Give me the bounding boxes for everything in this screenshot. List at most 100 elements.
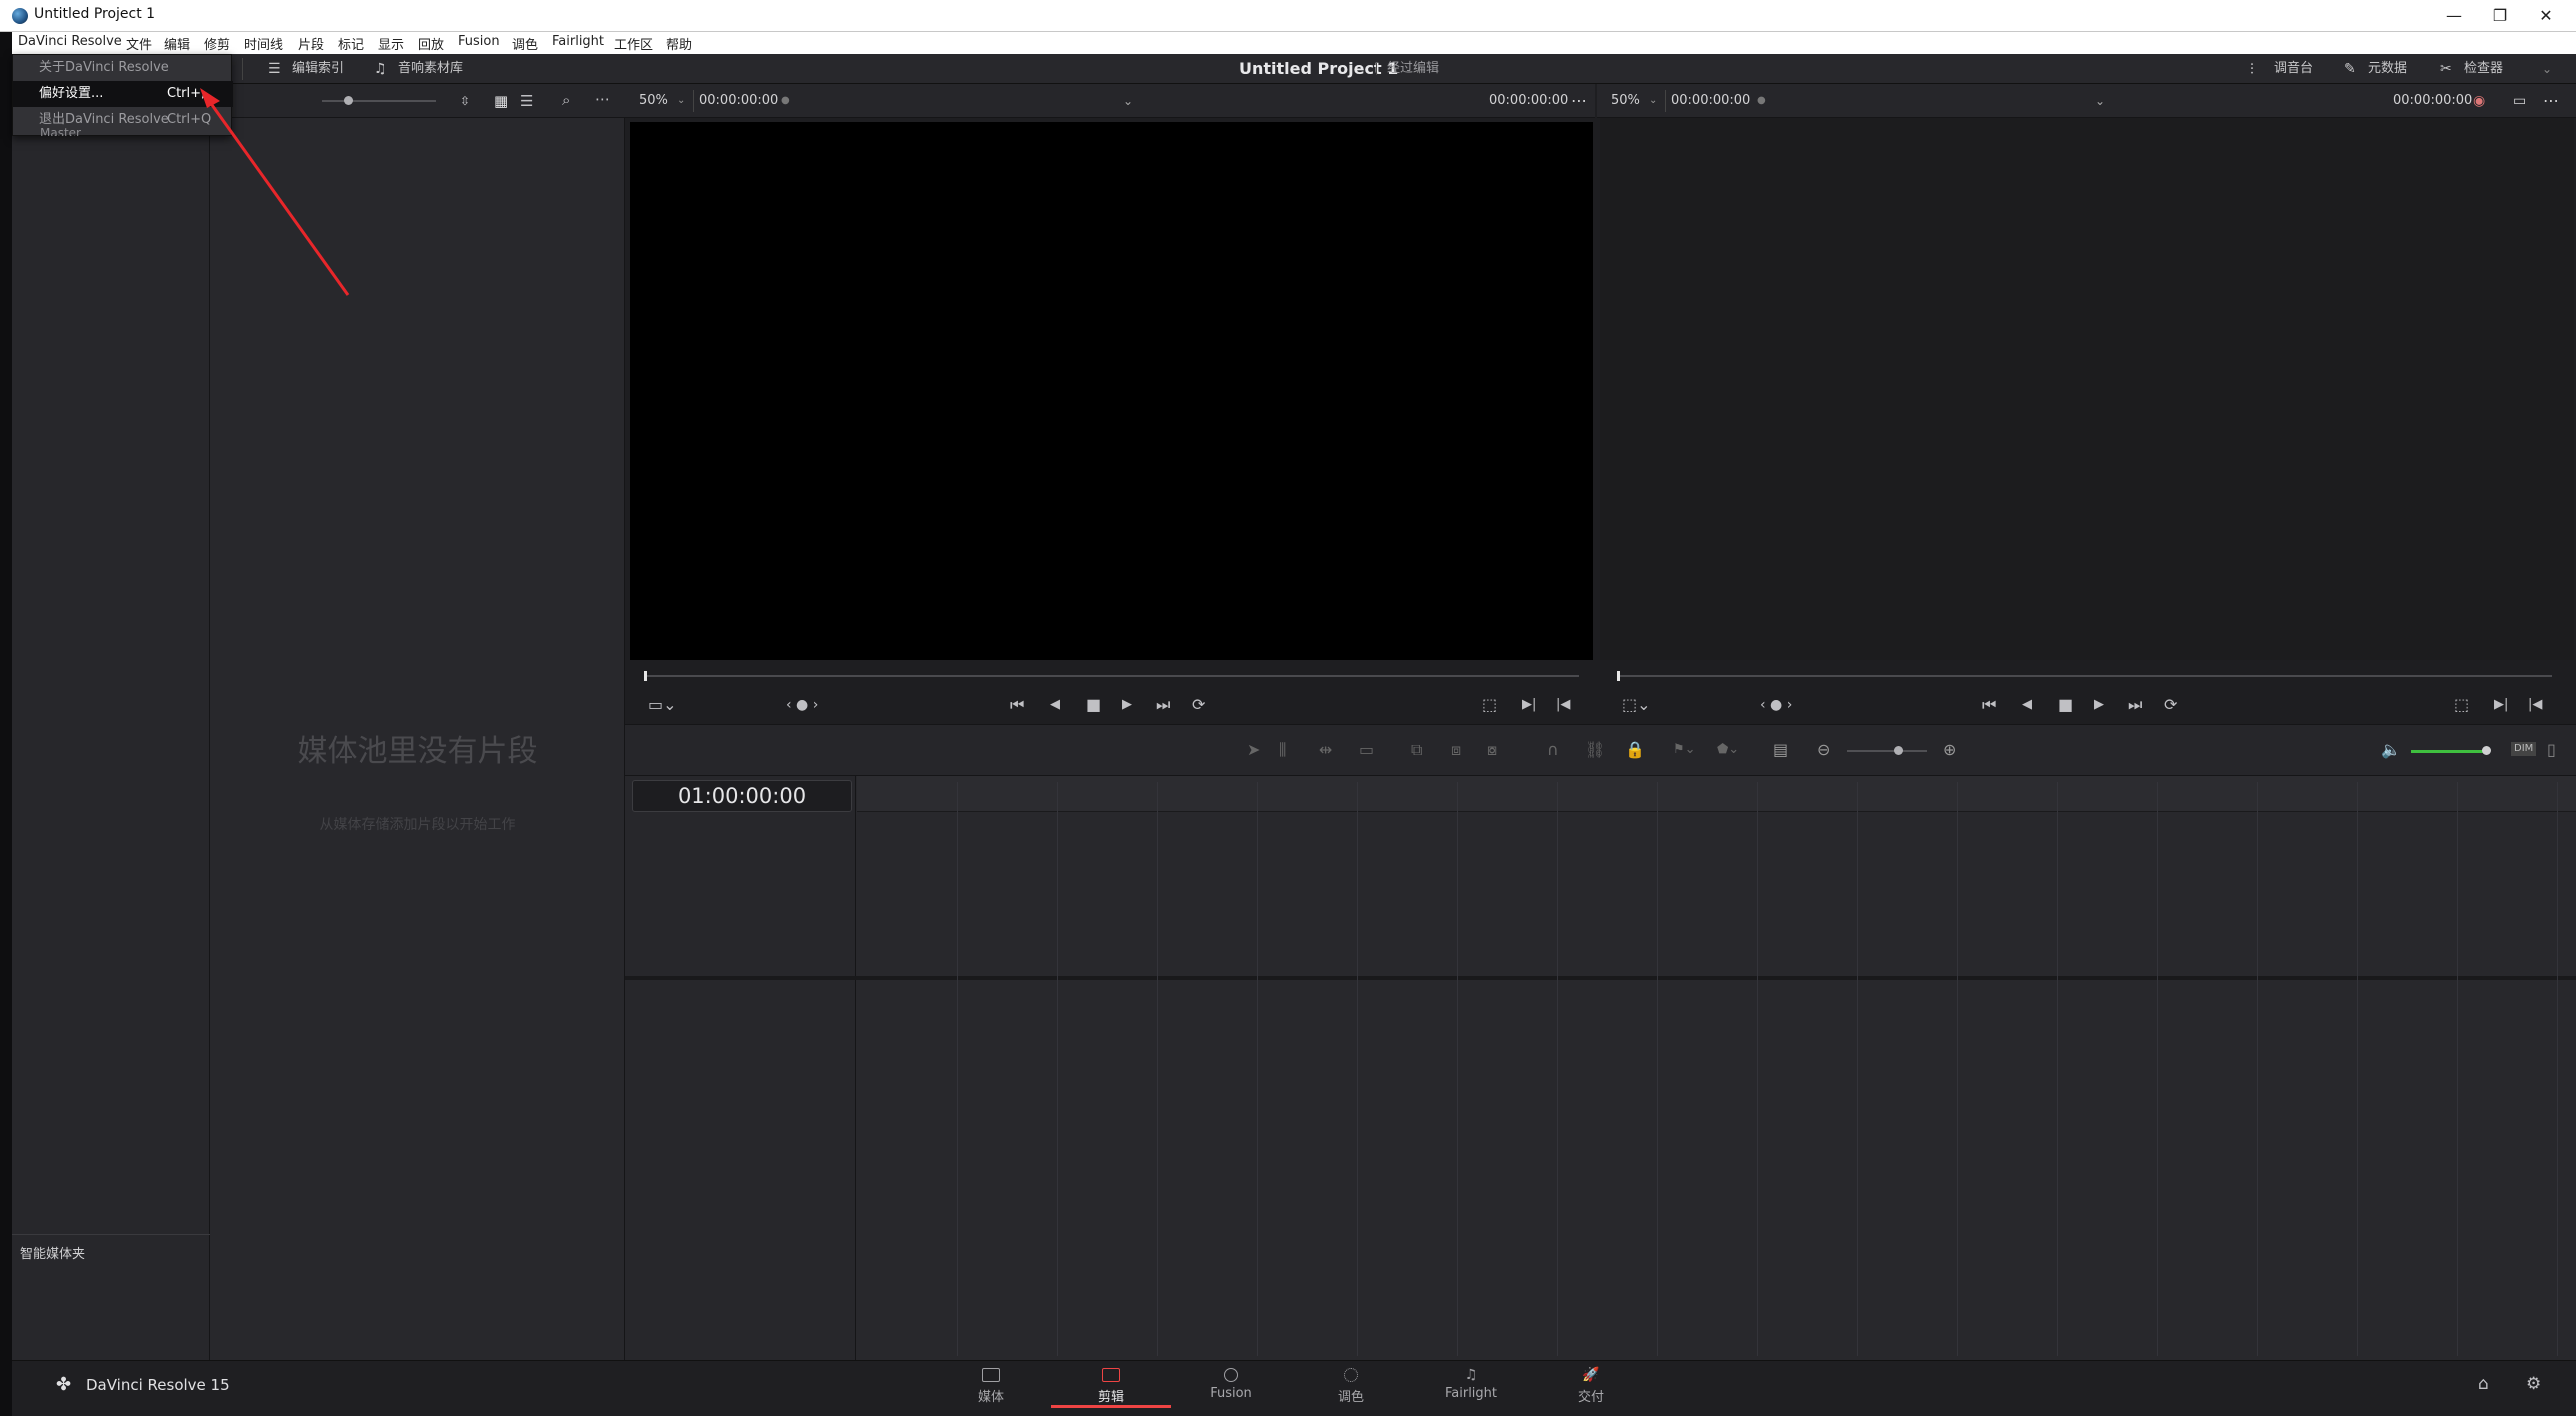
master-bin-label[interactable]: Master bbox=[40, 126, 81, 136]
marker-icon[interactable]: ⬟⌄ bbox=[1717, 741, 1739, 759]
timeline-match-frame-icon[interactable]: ⬚ bbox=[2454, 696, 2469, 714]
source-jog-control-icon[interactable]: ‹ ● › bbox=[786, 696, 818, 714]
menu-mark[interactable]: 标记 bbox=[338, 34, 364, 53]
timeline-play-reverse-icon[interactable]: ◀ bbox=[2022, 696, 2032, 714]
grid-view-icon[interactable]: ▦ bbox=[494, 92, 508, 110]
source-scrubber[interactable] bbox=[645, 675, 1579, 677]
thumbnail-size-slider-track[interactable] bbox=[322, 100, 436, 102]
trim-tool-icon[interactable]: ⫼ bbox=[1279, 741, 1286, 759]
source-zoom-select[interactable]: 50% bbox=[639, 84, 668, 118]
timeline-viewer-screen[interactable] bbox=[1600, 118, 2574, 660]
source-match-frame-icon[interactable]: ⬚ bbox=[1482, 696, 1497, 714]
timeline-viewer-options-icon[interactable]: ⋯ bbox=[2543, 84, 2559, 118]
zoom-in-icon[interactable]: ⊕ bbox=[1943, 741, 1956, 759]
timeline-video-audio-divider[interactable] bbox=[625, 976, 2576, 980]
page-tab-edit[interactable]: 剪辑 bbox=[1051, 1362, 1171, 1408]
menu-trim[interactable]: 修剪 bbox=[204, 34, 230, 53]
media-pool[interactable]: 媒体池里没有片段 从媒体存储添加片段以开始工作 bbox=[210, 118, 625, 1360]
sound-library-button[interactable]: 音响素材库 bbox=[398, 54, 463, 84]
timeline-go-to-start-icon[interactable]: ⏮ bbox=[1982, 696, 1996, 714]
page-tab-deliver[interactable]: 🚀 交付 bbox=[1531, 1362, 1651, 1408]
overwrite-clip-icon[interactable]: ⧈ bbox=[1451, 741, 1461, 759]
dim-button[interactable]: DIM bbox=[2511, 742, 2537, 756]
source-viewer-screen[interactable] bbox=[630, 122, 1593, 660]
restore-button[interactable]: ❐ bbox=[2480, 4, 2520, 28]
thumbnail-size-slider-handle[interactable] bbox=[344, 96, 353, 105]
selection-tool-icon[interactable]: ➤ bbox=[1247, 741, 1260, 759]
volume-icon[interactable]: 🔈 bbox=[2381, 741, 2401, 759]
zoom-out-icon[interactable]: ⊖ bbox=[1817, 741, 1830, 759]
timeline-go-to-end-icon[interactable]: ⏭ bbox=[2128, 696, 2142, 714]
source-go-to-end-icon[interactable]: ⏭ bbox=[1156, 696, 1170, 714]
timeline-ruler[interactable] bbox=[857, 776, 2576, 812]
timeline-stop-icon[interactable]: ■ bbox=[2058, 696, 2073, 714]
menu-edit[interactable]: 编辑 bbox=[164, 34, 190, 53]
menu-fairlight[interactable]: Fairlight bbox=[552, 34, 604, 49]
timeline-mark-in-icon[interactable]: |◀ bbox=[2528, 696, 2542, 714]
source-mark-out-icon[interactable]: ▶| bbox=[1522, 696, 1536, 714]
more-options-icon[interactable]: ⋯ bbox=[595, 90, 610, 108]
source-go-to-start-icon[interactable]: ⏮ bbox=[1010, 696, 1024, 714]
page-tab-fusion[interactable]: Fusion bbox=[1171, 1362, 1291, 1408]
timeline-jog-control-icon[interactable]: ‹ ● › bbox=[1760, 696, 1792, 714]
home-icon[interactable]: ⌂ bbox=[2478, 1374, 2489, 1394]
timeline-zoom-slider-handle[interactable] bbox=[1894, 746, 1903, 755]
timeline-zoom-select[interactable]: 50% bbox=[1611, 84, 1640, 118]
color-picker-icon[interactable]: ◉ bbox=[2473, 84, 2485, 118]
timeline-view-options-icon[interactable]: ⬚⌄ bbox=[1622, 696, 1651, 714]
timeline-view-icon[interactable]: ▤ bbox=[1773, 741, 1788, 759]
expand-toolbar-icon[interactable]: ⌄ bbox=[2542, 54, 2552, 84]
flag-icon[interactable]: ⚑⌄ bbox=[1673, 741, 1696, 759]
blade-tool-icon[interactable]: ▭ bbox=[1359, 741, 1374, 759]
source-stop-icon[interactable]: ■ bbox=[1086, 696, 1101, 714]
source-clip-dropdown-icon[interactable]: ⌄ bbox=[1123, 84, 1133, 118]
timeline-area[interactable] bbox=[625, 776, 2576, 1360]
menu-davinci-resolve[interactable]: DaVinci Resolve bbox=[18, 34, 122, 49]
page-tab-color[interactable]: 调色 bbox=[1291, 1362, 1411, 1408]
menu-help[interactable]: 帮助 bbox=[666, 34, 692, 53]
source-viewer-options-icon[interactable]: ⋯ bbox=[1571, 84, 1587, 118]
metadata-button[interactable]: 元数据 bbox=[2368, 54, 2407, 84]
menu-workspace[interactable]: 工作区 bbox=[614, 34, 653, 53]
search-icon[interactable]: ⌕ bbox=[562, 91, 570, 109]
menu-fusion[interactable]: Fusion bbox=[458, 34, 500, 49]
source-play-icon[interactable]: ▶ bbox=[1122, 696, 1132, 714]
menu-item-about[interactable]: 关于DaVinci Resolve bbox=[13, 55, 233, 81]
lock-icon[interactable]: 🔒 bbox=[1625, 741, 1645, 759]
timeline-mark-out-icon[interactable]: ▶| bbox=[2494, 696, 2508, 714]
menu-playback[interactable]: 回放 bbox=[418, 34, 444, 53]
mixer-button[interactable]: 调音台 bbox=[2274, 54, 2313, 84]
volume-slider-track[interactable] bbox=[2411, 750, 2485, 753]
viewer-mode-icon[interactable]: ▭ bbox=[2513, 84, 2526, 118]
menu-clip[interactable]: 片段 bbox=[298, 34, 324, 53]
menu-timeline[interactable]: 时间线 bbox=[244, 34, 283, 53]
snapping-icon[interactable]: ∩ bbox=[1547, 741, 1559, 759]
smart-bins-label[interactable]: 智能媒体夹 bbox=[20, 1243, 85, 1262]
timeline-play-icon[interactable]: ▶ bbox=[2094, 696, 2104, 714]
page-tab-fairlight[interactable]: ♫ Fairlight bbox=[1411, 1362, 1531, 1408]
source-view-options-icon[interactable]: ▭⌄ bbox=[648, 696, 677, 714]
source-playhead[interactable] bbox=[644, 671, 647, 681]
timeline-scrubber[interactable] bbox=[1618, 675, 2552, 677]
minimize-button[interactable]: — bbox=[2434, 4, 2474, 28]
link-icon[interactable]: ⛓ bbox=[1585, 741, 1605, 759]
timeline-viewer-playhead[interactable] bbox=[1617, 671, 1620, 681]
menu-color[interactable]: 调色 bbox=[512, 34, 538, 53]
replace-clip-icon[interactable]: ⧇ bbox=[1487, 741, 1497, 759]
dynamic-trim-icon[interactable]: ⇹ bbox=[1319, 741, 1332, 759]
timeline-timecode[interactable]: 01:00:00:00 bbox=[632, 780, 852, 812]
inspector-button[interactable]: 检查器 bbox=[2464, 54, 2503, 84]
menu-file[interactable]: 文件 bbox=[126, 34, 152, 53]
timeline-loop-icon[interactable]: ⟳ bbox=[2164, 696, 2177, 714]
sort-icon[interactable]: ⇳ bbox=[460, 92, 470, 110]
volume-slider-handle[interactable] bbox=[2482, 746, 2491, 755]
source-play-reverse-icon[interactable]: ◀ bbox=[1050, 696, 1060, 714]
settings-gear-icon[interactable]: ⚙ bbox=[2526, 1374, 2541, 1394]
list-view-icon[interactable]: ☰ bbox=[520, 92, 533, 110]
page-tab-media[interactable]: 媒体 bbox=[931, 1362, 1051, 1408]
timeline-zoom-slider-track[interactable] bbox=[1847, 750, 1927, 752]
source-mark-in-icon[interactable]: |◀ bbox=[1556, 696, 1570, 714]
edit-index-button[interactable]: 编辑索引 bbox=[292, 54, 344, 84]
close-button[interactable]: ✕ bbox=[2526, 4, 2566, 28]
source-loop-icon[interactable]: ⟳ bbox=[1192, 696, 1205, 714]
